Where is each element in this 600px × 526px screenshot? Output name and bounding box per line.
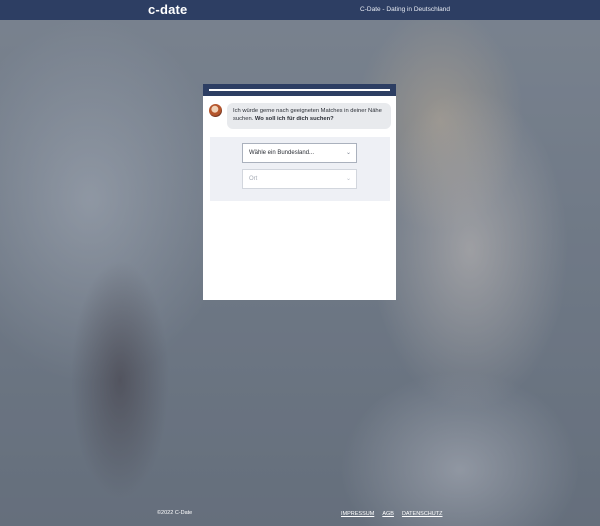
progress-fill <box>209 89 237 91</box>
city-select-placeholder: Ort <box>249 176 258 182</box>
state-select[interactable]: Wähle ein Bundesland... ⌄ <box>242 143 357 163</box>
state-select-placeholder: Wähle ein Bundesland... <box>249 150 315 156</box>
copyright: ©2022 C-Date <box>157 510 193 516</box>
assistant-avatar <box>209 104 222 117</box>
city-select[interactable]: Ort ⌄ <box>242 169 357 189</box>
chat-message-question: Wo soll ich für dich suchen? <box>254 116 334 123</box>
footer-link-impressum[interactable]: IMPRESSUM <box>341 511 374 517</box>
footer-links: IMPRESSUM AGB DATENSCHUTZ <box>341 511 442 517</box>
footer-link-agb[interactable]: AGB <box>382 511 394 517</box>
location-form: Wähle ein Bundesland... ⌄ Ort ⌄ <box>210 137 390 201</box>
top-bar: c-date C-Date - Dating in Deutschland <box>0 0 600 20</box>
site-tagline: C-Date - Dating in Deutschland <box>360 6 450 13</box>
footer-link-datenschutz[interactable]: DATENSCHUTZ <box>402 511 443 517</box>
card-header <box>203 84 396 96</box>
progress-track <box>209 89 390 91</box>
chat-bubble: Ich würde gerne nach geeigneten Matches … <box>227 103 391 129</box>
logo[interactable]: c-date <box>148 2 188 17</box>
chevron-down-icon: ⌄ <box>345 176 351 182</box>
chat-card: Ich würde gerne nach geeigneten Matches … <box>203 84 396 300</box>
chevron-down-icon: ⌄ <box>345 150 351 156</box>
